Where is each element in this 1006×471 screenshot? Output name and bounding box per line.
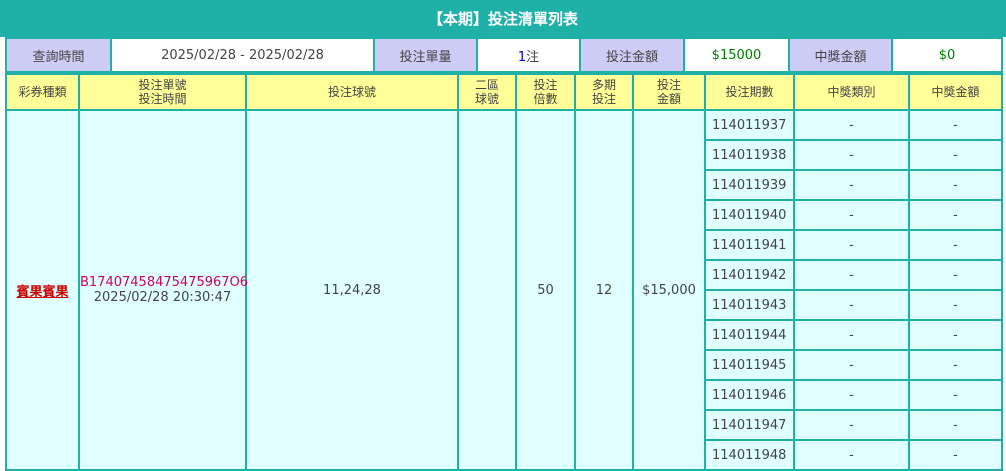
issue-cell: 114011948 bbox=[704, 439, 795, 471]
col-multi-period: 多期 投注 bbox=[574, 73, 634, 111]
bet-amount-label: 投注金額 bbox=[579, 37, 685, 73]
issue-cell: 114011942 bbox=[704, 259, 795, 291]
prize-amount-cell: - bbox=[908, 289, 1003, 321]
col-zone2: 二區 球號 bbox=[457, 73, 517, 111]
query-time-value: 2025/02/28 - 2025/02/28 bbox=[110, 37, 375, 73]
lottery-type-cell: 賓果賓果 bbox=[5, 109, 80, 471]
issue-cell: 114011937 bbox=[704, 109, 795, 141]
header-row: 彩券種類 投注單號 投注時間 投注球號 二區 球號 投注 倍數 多期 投注 投注 金額 投… bbox=[5, 73, 1003, 111]
prize-amount-cell: - bbox=[908, 349, 1003, 381]
col-lottery-type: 彩券種類 bbox=[5, 73, 80, 111]
issue-cell: 114011944 bbox=[704, 319, 795, 351]
prize-type-cell: - bbox=[793, 139, 910, 171]
prize-amount-cell: - bbox=[908, 409, 1003, 441]
col-prize-type: 中獎類別 bbox=[793, 73, 910, 111]
bet-count-label: 投注單量 bbox=[373, 37, 478, 73]
prize-amount-cell: - bbox=[908, 109, 1003, 141]
prize-type-cell: - bbox=[793, 229, 910, 261]
prize-type-cell: - bbox=[793, 109, 910, 141]
bet-detail-table: 彩券種類 投注單號 投注時間 投注球號 二區 球號 投注 倍數 多期 投注 投注 金額 投… bbox=[5, 73, 1003, 471]
prize-type-cell: - bbox=[793, 289, 910, 321]
issue-cell: 114011945 bbox=[704, 349, 795, 381]
col-multi-period-line2: 投注 bbox=[591, 92, 616, 106]
prize-amount-cell: - bbox=[908, 229, 1003, 261]
bet-time: 2025/02/28 20:30:47 bbox=[93, 290, 232, 305]
col-amount: 投注 金額 bbox=[632, 73, 706, 111]
col-amount-line2: 金額 bbox=[656, 92, 681, 106]
prize-type-cell: - bbox=[793, 379, 910, 411]
prize-amount-cell: - bbox=[908, 259, 1003, 291]
zone2-cell bbox=[457, 109, 517, 471]
issue-cell: 114011946 bbox=[704, 379, 795, 411]
prize-amount-cell: - bbox=[908, 199, 1003, 231]
bet-count-value: 1注 bbox=[476, 37, 581, 73]
query-time-label: 查詢時間 bbox=[5, 37, 112, 73]
prize-amount-cell: - bbox=[908, 139, 1003, 171]
col-ticket-no-line2: 投注時間 bbox=[138, 92, 187, 106]
col-ticket-no: 投注單號 投注時間 bbox=[78, 73, 247, 111]
col-zone2-line2: 球號 bbox=[474, 92, 499, 106]
prize-amount-cell: - bbox=[908, 439, 1003, 471]
ticket-number: B17407458475475967O6 bbox=[80, 275, 249, 290]
col-ticket-no-line1: 投注單號 bbox=[138, 78, 187, 92]
issue-cell: 114011943 bbox=[704, 289, 795, 321]
issue-cell: 114011939 bbox=[704, 169, 795, 201]
issue-cell: 114011941 bbox=[704, 229, 795, 261]
bet-count-unit: 注 bbox=[526, 49, 540, 65]
prize-type-cell: - bbox=[793, 199, 910, 231]
col-multiplier-line2: 倍數 bbox=[533, 92, 558, 106]
issue-rows: 賓果賓果 B17407458475475967O6 2025/02/28 20:3… bbox=[5, 109, 1003, 471]
col-multiplier-line1: 投注 bbox=[533, 78, 558, 92]
numbers-cell: 11,24,28 bbox=[245, 109, 459, 471]
col-amount-line1: 投注 bbox=[656, 78, 681, 92]
multi-period-cell: 12 bbox=[574, 109, 634, 471]
col-zone2-line1: 二區 bbox=[474, 78, 499, 92]
bet-count-number: 1 bbox=[517, 49, 527, 65]
bet-amount-value: $15000 bbox=[683, 37, 790, 73]
summary-table: 查詢時間 2025/02/28 - 2025/02/28 投注單量 1注 投注金… bbox=[5, 37, 1003, 73]
lottery-type-link[interactable]: 賓果賓果 bbox=[16, 285, 68, 300]
col-prize-amount: 中獎金額 bbox=[908, 73, 1003, 111]
prize-amount-cell: - bbox=[908, 319, 1003, 351]
multiplier-cell: 50 bbox=[515, 109, 576, 471]
prize-type-cell: - bbox=[793, 349, 910, 381]
prize-type-cell: - bbox=[793, 439, 910, 471]
col-multiplier: 投注 倍數 bbox=[515, 73, 576, 111]
col-issue: 投注期數 bbox=[704, 73, 795, 111]
panel-title: 【本期】投注清單列表 bbox=[0, 0, 1006, 37]
prize-amount-cell: - bbox=[908, 379, 1003, 411]
win-amount-label: 中獎金額 bbox=[788, 37, 893, 73]
prize-type-cell: - bbox=[793, 259, 910, 291]
prize-type-cell: - bbox=[793, 319, 910, 351]
col-numbers: 投注球號 bbox=[245, 73, 459, 111]
prize-type-cell: - bbox=[793, 169, 910, 201]
prize-amount-cell: - bbox=[908, 169, 1003, 201]
col-multi-period-line1: 多期 bbox=[591, 78, 616, 92]
win-amount-value: $0 bbox=[891, 37, 1003, 73]
prize-type-cell: - bbox=[793, 409, 910, 441]
issue-cell: 114011938 bbox=[704, 139, 795, 171]
issue-cell: 114011947 bbox=[704, 409, 795, 441]
ticket-cell: B17407458475475967O6 2025/02/28 20:30:47 bbox=[78, 109, 249, 471]
bet-list-panel: 【本期】投注清單列表 查詢時間 2025/02/28 - 2025/02/28 … bbox=[0, 0, 1006, 471]
issue-cell: 114011940 bbox=[704, 199, 795, 231]
amount-cell: $15,000 bbox=[632, 109, 706, 471]
